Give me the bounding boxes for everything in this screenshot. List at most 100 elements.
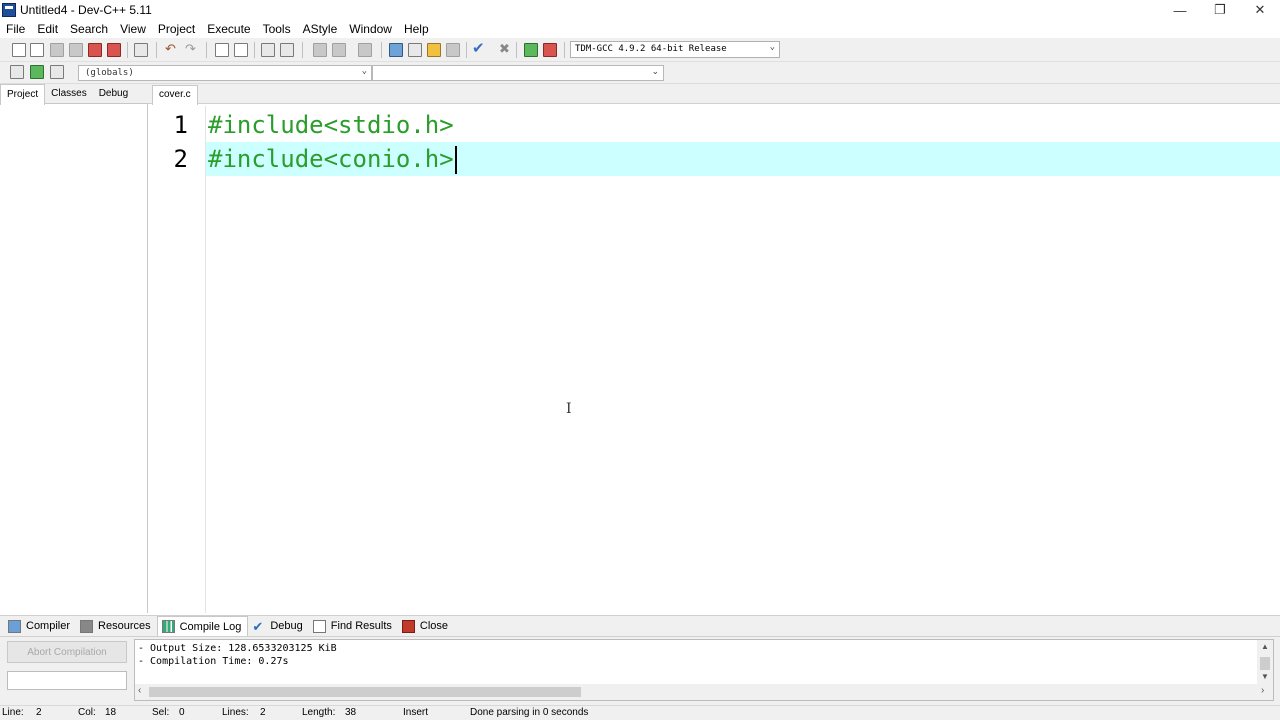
menu-tools[interactable]: Tools	[263, 22, 291, 36]
compile-log-output[interactable]: - Output Size: 128.6533203125 KiB - Comp…	[134, 639, 1274, 701]
tab-label: Find Results	[330, 620, 392, 632]
menu-help[interactable]: Help	[404, 22, 429, 36]
toolbar-separator	[381, 42, 382, 58]
code-line[interactable]: #include<stdio.h>	[206, 108, 1280, 142]
find-icon	[312, 619, 326, 633]
toolbar-separator	[254, 42, 255, 58]
abort-compilation-button[interactable]: Abort Compilation	[7, 641, 127, 663]
menu-project[interactable]: Project	[158, 22, 195, 36]
tab-close-panel[interactable]: Close	[398, 616, 454, 636]
shorten-paths-checkbox[interactable]	[7, 695, 127, 705]
profile-chart-icon[interactable]	[524, 43, 538, 57]
toolbar-separator	[127, 42, 128, 58]
minimize-button[interactable]: —	[1160, 0, 1200, 20]
replace-icon[interactable]	[234, 43, 248, 57]
compiler-select[interactable]: TDM-GCC 4.9.2 64-bit Release ⌄	[570, 41, 780, 58]
scroll-left-icon[interactable]: ‹	[138, 685, 141, 696]
goto-icon[interactable]	[30, 65, 44, 79]
devcpp-app-icon	[2, 3, 16, 17]
status-line-label: Line:	[2, 707, 24, 718]
scroll-up-icon[interactable]: ▲	[1261, 642, 1269, 651]
bottom-panel-tabs: Compiler Resources Compile Log ✔ Debug F…	[0, 615, 1280, 637]
save-icon[interactable]	[50, 43, 64, 57]
stop-icon[interactable]: ✖	[499, 41, 510, 57]
tab-resources[interactable]: Resources	[76, 616, 157, 636]
close-all-icon[interactable]	[107, 43, 121, 57]
open-file-icon[interactable]	[30, 43, 44, 57]
editor-tab-strip: cover.c	[148, 84, 1280, 105]
bookmark-icon[interactable]	[50, 65, 64, 79]
menu-execute[interactable]: Execute	[207, 22, 250, 36]
function-select[interactable]: ⌄	[372, 65, 664, 81]
insert-icon[interactable]	[10, 65, 24, 79]
print-icon[interactable]	[134, 43, 148, 57]
tab-compile-log[interactable]: Compile Log	[156, 616, 249, 636]
status-length-value: 38	[345, 707, 357, 718]
status-sel-value: 0	[179, 707, 185, 718]
compiler-select-value: TDM-GCC 4.9.2 64-bit Release	[575, 44, 727, 54]
class-browser-icon[interactable]	[427, 43, 441, 57]
code-text: #include<stdio.h>	[208, 111, 454, 139]
project-options-icon[interactable]	[446, 43, 460, 57]
scroll-thumb[interactable]	[1260, 657, 1270, 670]
menu-search[interactable]: Search	[70, 22, 108, 36]
log-horizontal-scrollbar[interactable]: ‹ ›	[135, 684, 1273, 700]
debug-bug-icon[interactable]	[543, 43, 557, 57]
tab-label: Resources	[98, 620, 151, 632]
status-line-value: 2	[36, 707, 42, 718]
save-all-icon[interactable]	[69, 43, 83, 57]
unindent-icon[interactable]	[332, 43, 346, 57]
new-file-icon[interactable]	[12, 43, 26, 57]
menu-file[interactable]: File	[6, 22, 25, 36]
comment-icon[interactable]	[358, 43, 372, 57]
syntax-check-icon[interactable]: ✔	[472, 41, 485, 57]
chevron-down-icon: ⌄	[651, 66, 659, 76]
window-layout-icon[interactable]	[408, 43, 422, 57]
tab-project[interactable]: Project	[0, 84, 46, 105]
close-window-button[interactable]: ✕	[1240, 0, 1280, 20]
toolbar-separator	[466, 42, 467, 58]
text-caret	[454, 146, 457, 174]
log-vertical-scrollbar[interactable]: ▲ ▼	[1257, 640, 1273, 684]
tab-compiler[interactable]: Compiler	[4, 616, 76, 636]
scroll-down-icon[interactable]: ▼	[1261, 672, 1269, 681]
project-grid-icon[interactable]	[389, 43, 403, 57]
menu-astyle[interactable]: AStyle	[303, 22, 338, 36]
log-line: - Output Size: 128.6533203125 KiB	[138, 643, 337, 654]
restore-button[interactable]: ❐	[1200, 0, 1240, 20]
tab-find-results[interactable]: Find Results	[309, 616, 398, 636]
status-col-label: Col:	[78, 707, 96, 718]
code-text: #include<conio.h>	[208, 145, 454, 173]
close-icon	[401, 619, 415, 633]
indent-icon[interactable]	[313, 43, 327, 57]
redo-icon[interactable]: ↷	[185, 41, 196, 57]
menu-view[interactable]: View	[120, 22, 146, 36]
status-mode: Insert	[403, 707, 429, 718]
undo-icon[interactable]: ↶	[165, 41, 176, 57]
toolbar-separator	[302, 42, 303, 58]
scroll-thumb[interactable]	[149, 687, 581, 697]
scroll-right-icon[interactable]: ›	[1261, 685, 1264, 696]
tab-label: Compiler	[26, 620, 71, 632]
find-icon[interactable]	[215, 43, 229, 57]
menu-edit[interactable]: Edit	[37, 22, 58, 36]
menu-window[interactable]: Window	[349, 22, 392, 36]
chart-icon	[161, 620, 175, 633]
chevron-down-icon: ⌄	[361, 66, 367, 76]
goto-line-icon[interactable]	[261, 43, 275, 57]
code-editor[interactable]: 1 2 #include<stdio.h> #include<conio.h>	[150, 106, 1280, 613]
toggle-bookmark-icon[interactable]	[280, 43, 294, 57]
ibeam-cursor-icon: I	[566, 401, 572, 417]
secondary-toolbar: (globals) ⌄ ⌄	[0, 62, 1280, 84]
tab-file-cover-c[interactable]: cover.c	[152, 85, 198, 105]
tab-debug-output[interactable]: ✔ Debug	[248, 616, 308, 636]
tab-debug[interactable]: Debug	[93, 84, 134, 104]
tab-classes[interactable]: Classes	[45, 84, 93, 104]
globals-select[interactable]: (globals) ⌄	[78, 65, 372, 81]
window-controls: — ❐ ✕	[1160, 0, 1280, 20]
window-title: Untitled4 - Dev-C++ 5.11	[20, 3, 152, 17]
code-line-current[interactable]: #include<conio.h>	[206, 142, 1280, 176]
compile-log-panel: Abort Compilation - Output Size: 128.653…	[0, 637, 1280, 705]
close-file-icon[interactable]	[88, 43, 102, 57]
status-message: Done parsing in 0 seconds	[470, 707, 589, 718]
